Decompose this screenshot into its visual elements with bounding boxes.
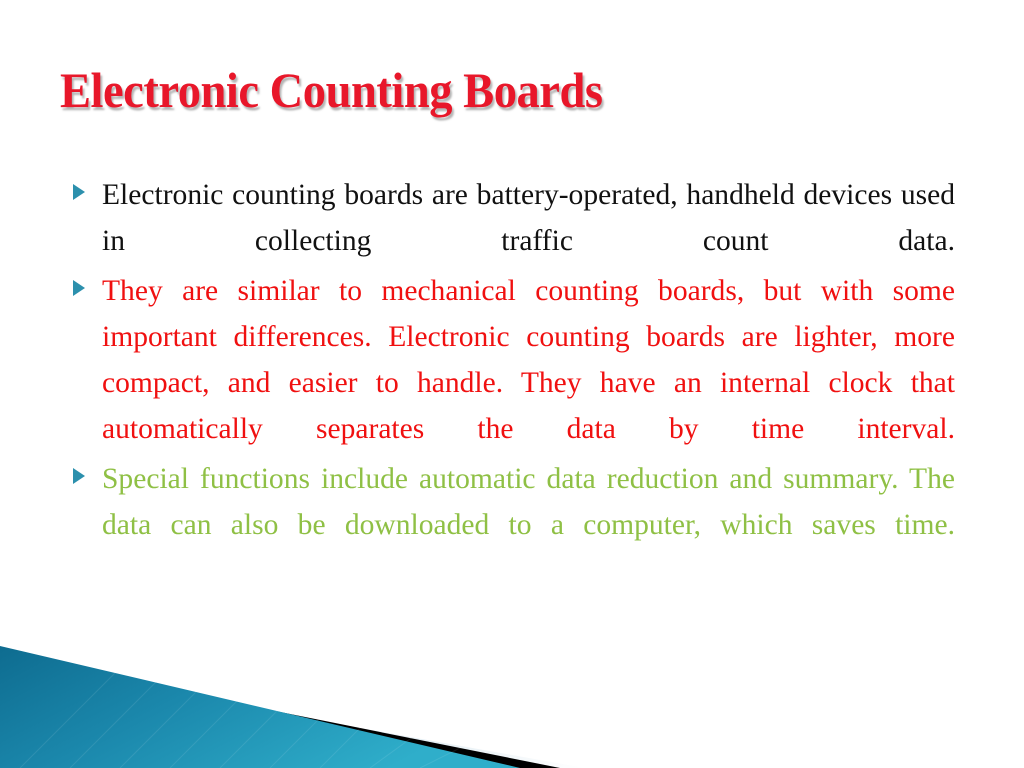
black-stripe-shape bbox=[0, 656, 560, 768]
triangle-right-bullet-icon bbox=[73, 184, 85, 200]
triangle-right-bullet-icon bbox=[73, 468, 85, 484]
bullet-list: Electronic counting boards are battery-o… bbox=[70, 172, 968, 550]
bullet-item-text: Electronic counting boards are battery-o… bbox=[102, 178, 956, 257]
corner-graphic-svg bbox=[0, 646, 585, 768]
page-title: Electronic Counting Boards bbox=[60, 62, 603, 118]
triangle-right-bullet-icon bbox=[73, 280, 85, 296]
bullet-item-text: They are similar to mechanical counting … bbox=[102, 274, 956, 445]
list-item: They are similar to mechanical counting … bbox=[70, 268, 968, 452]
list-item: Electronic counting boards are battery-o… bbox=[70, 172, 968, 264]
bullet-item-text: Special functions include automatic data… bbox=[102, 462, 956, 541]
list-item: Special functions include automatic data… bbox=[70, 456, 968, 548]
bottom-left-corner-graphic bbox=[0, 628, 600, 768]
teal-triangle-shape bbox=[0, 646, 520, 768]
slide-canvas: Electronic Counting Boards Electronic co… bbox=[0, 0, 1024, 768]
pale-band-shape bbox=[0, 664, 585, 768]
teal-texture bbox=[19, 657, 521, 768]
